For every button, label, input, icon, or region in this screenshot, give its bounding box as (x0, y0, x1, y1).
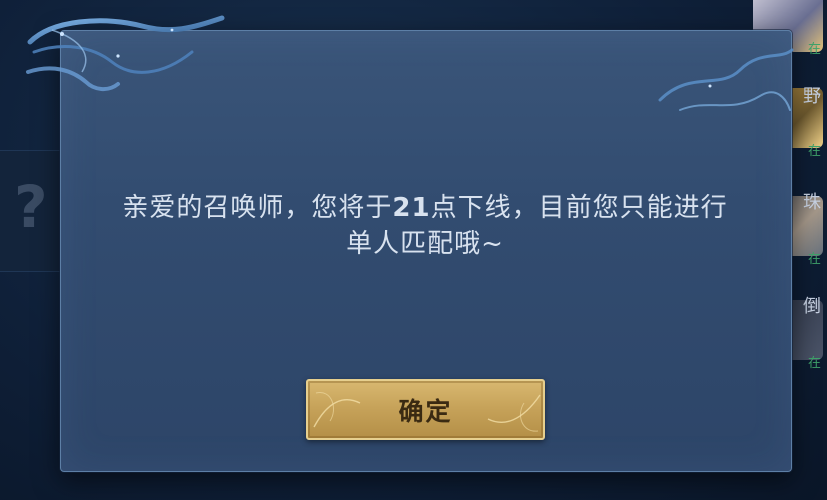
background-status-3: 在 (807, 356, 821, 371)
dialog-message-line-1: 亲爱的召唤师，您将于21点下线，目前您只能进行 (80, 190, 770, 226)
background-player-name-3: 倒 (803, 296, 821, 317)
confirm-button[interactable]: 确定 (306, 379, 545, 440)
background-status-2: 在 (807, 252, 821, 267)
game-screen: ? 在 野 在 珠 在 倒 在 亲爱的召唤师，您将于21点下线，目前您只能进行 (0, 0, 827, 500)
logout-hour: 21 (392, 193, 431, 223)
confirm-button-label: 确定 (398, 396, 453, 426)
background-status-1: 在 (807, 144, 821, 159)
background-player-name-2: 珠 (803, 192, 821, 213)
background-question-icon: ? (14, 173, 48, 241)
background-status-0: 在 (807, 42, 821, 57)
dialog-message: 亲爱的召唤师，您将于21点下线，目前您只能进行 单人匹配哦~ (80, 190, 770, 262)
background-player-name-1: 野 (803, 86, 821, 107)
message-prefix: 亲爱的召唤师，您将于 (122, 193, 393, 223)
message-suffix: 点下线，目前您只能进行 (430, 193, 728, 223)
dialog-message-line-2: 单人匹配哦~ (346, 229, 504, 259)
